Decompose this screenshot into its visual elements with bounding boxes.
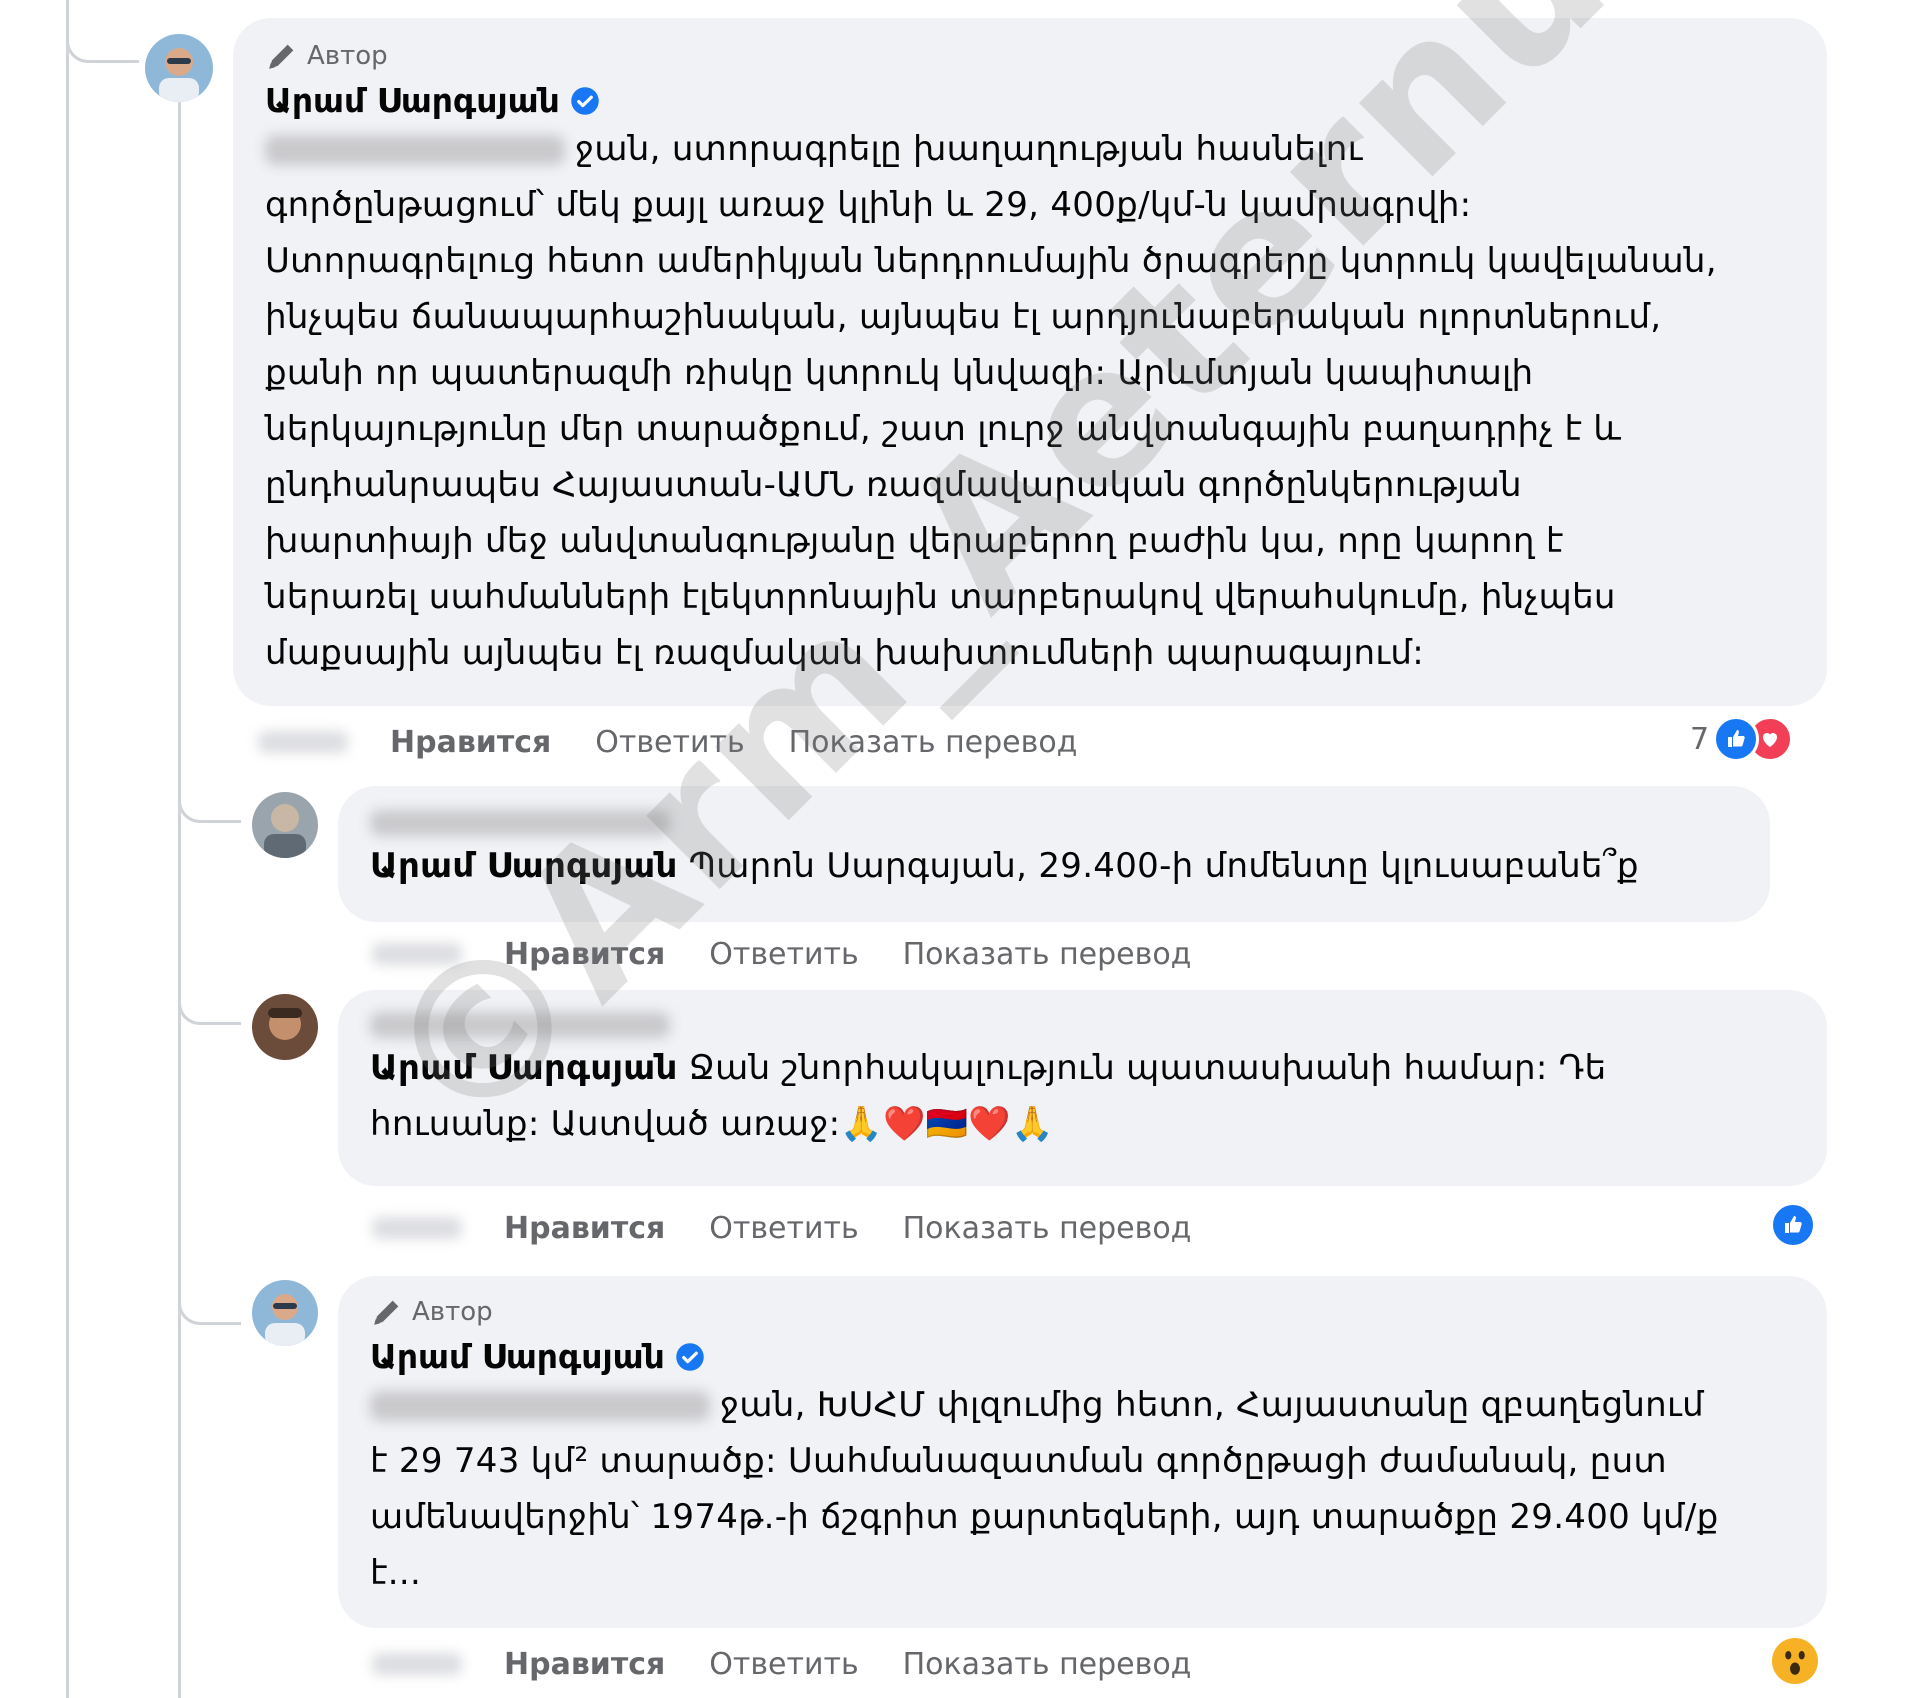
reaction-summary[interactable] (1770, 1202, 1816, 1248)
comment-actions: Нравится Ответить Показать перевод (258, 720, 1077, 764)
author-badge: Автор (370, 1294, 1799, 1330)
author-badge: Автор (265, 38, 1799, 74)
like-button[interactable]: Нравится (504, 1211, 665, 1246)
commenter-name[interactable]: Արամ Սարգսյան (265, 80, 560, 123)
reply-button[interactable]: Ответить (595, 725, 744, 760)
thread-connector-reply-1 (178, 760, 241, 823)
comment-bubble: Արամ Սարգսյան Պարոն Սարգսյան, 29.400-ի մ… (338, 786, 1770, 922)
like-button[interactable]: Нравится (504, 1647, 665, 1682)
emoji-sequence: 🙏❤️🇦🇲❤️🙏 (840, 1104, 1054, 1144)
thread-connector-reply-3 (178, 1262, 241, 1325)
like-reaction-icon (1770, 1202, 1816, 1248)
mentioned-name[interactable]: Արամ Սարգսյան (370, 846, 678, 886)
comment-actions: Нравится Ответить Показать перевод (372, 932, 1191, 976)
pencil-icon (269, 44, 294, 69)
blurred-name (370, 810, 670, 836)
avatar[interactable] (145, 34, 213, 102)
blurred-mention (265, 135, 565, 166)
comment-bubble: Արամ Սարգսյան Ջան շնորհակալություն պատաս… (338, 990, 1827, 1186)
comment-actions: Нравится Ответить Показать перевод (372, 1206, 1191, 1250)
mentioned-name[interactable]: Արամ Սարգսյան (370, 1048, 678, 1088)
show-translation-link[interactable]: Показать перевод (903, 937, 1192, 972)
reaction-summary[interactable] (1772, 1638, 1818, 1684)
timestamp-blurred (258, 731, 348, 753)
reaction-count: 7 (1690, 721, 1710, 757)
timestamp-blurred (372, 1217, 462, 1239)
reaction-summary[interactable]: 7 (1690, 716, 1794, 762)
verified-badge-icon (571, 87, 599, 116)
thread-connector-reply-2 (178, 962, 241, 1025)
avatar[interactable] (252, 792, 318, 858)
show-translation-link[interactable]: Показать перевод (789, 725, 1078, 760)
comment-text: Արամ Սարգսյան Ջան շնորհակալություն պատաս… (370, 1048, 1607, 1144)
avatar[interactable] (252, 1280, 318, 1346)
verified-badge-icon (676, 1343, 704, 1372)
thread-line-outer (66, 0, 69, 1698)
wow-reaction-icon (1772, 1638, 1818, 1684)
avatar[interactable] (252, 994, 318, 1060)
comment-bubble: Автор Արամ Սարգսյան ջան, ստորագրելը խաղա… (233, 18, 1827, 706)
timestamp-blurred (372, 943, 462, 965)
comment-text: ջան, ստորագրելը խաղաղության հասնելու գոր… (265, 128, 1717, 673)
like-button[interactable]: Нравится (390, 725, 551, 760)
blurred-name (370, 1012, 670, 1038)
show-translation-link[interactable]: Показать перевод (903, 1211, 1192, 1246)
comment-text: Արամ Սարգսյան Պարոն Սարգսյան, 29.400-ի մ… (370, 846, 1639, 886)
comment-text: ջան, ԽՍՀՄ փլզումից հետո, Հայաստանը զբաղե… (370, 1384, 1719, 1593)
pencil-icon (374, 1300, 399, 1325)
comment-bubble: Автор Արամ Սարգսյան ջան, ԽՍՀՄ փլզումից հ… (338, 1276, 1827, 1628)
author-label: Автор (307, 41, 388, 71)
reply-button[interactable]: Ответить (709, 937, 858, 972)
commenter-name[interactable]: Արամ Սարգսյան (370, 1336, 665, 1379)
like-reaction-icon (1713, 716, 1760, 762)
author-label: Автор (412, 1297, 493, 1327)
show-translation-link[interactable]: Показать перевод (903, 1647, 1192, 1682)
blurred-mention (370, 1391, 710, 1422)
timestamp-blurred (372, 1653, 462, 1675)
thread-connector-top (66, 0, 139, 63)
thread-line-inner (178, 100, 181, 1698)
reply-button[interactable]: Ответить (709, 1211, 858, 1246)
reply-button[interactable]: Ответить (709, 1647, 858, 1682)
like-button[interactable]: Нравится (504, 937, 665, 972)
comment-actions: Нравится Ответить Показать перевод (372, 1642, 1191, 1686)
